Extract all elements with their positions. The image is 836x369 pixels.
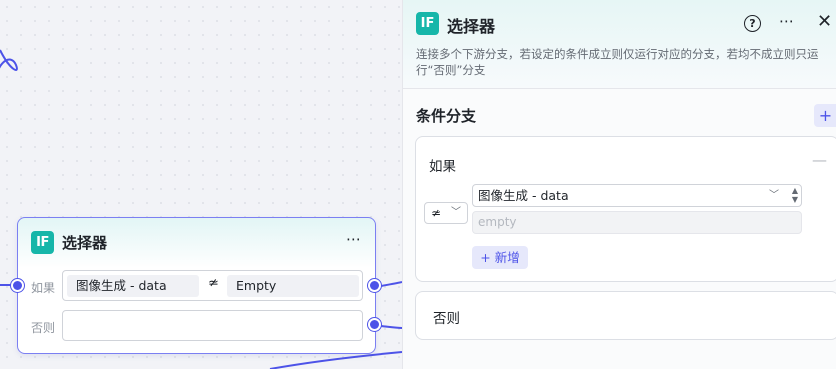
if-logo-icon: IF xyxy=(416,12,439,35)
node-title: 选择器 xyxy=(62,234,108,252)
add-branch-button[interactable]: + xyxy=(814,104,836,127)
edge-if-out xyxy=(380,281,402,287)
stepper-icon[interactable]: ▲ ▼ xyxy=(792,186,798,204)
variable-select-value: 图像生成 - data xyxy=(478,188,569,203)
workflow-canvas[interactable]: IF 选择器 ⋯ 如果 图像生成 - data ≄ Empty 否则 xyxy=(0,0,402,369)
collapse-icon[interactable]: — xyxy=(812,151,827,169)
panel-header: IF 选择器 ? ⋯ ✕ 连接多个下游分支，若设定的条件成立则仅运行对应的分支，… xyxy=(403,0,836,89)
selector-node[interactable]: IF 选择器 ⋯ 如果 图像生成 - data ≄ Empty 否则 xyxy=(17,217,376,354)
close-icon[interactable]: ✕ xyxy=(817,11,832,32)
section-title: 条件分支 xyxy=(416,107,477,125)
edge-else-out xyxy=(380,325,402,329)
variable-select[interactable]: 图像生成 - data ﹀ ▲ ▼ xyxy=(472,184,802,207)
node-config-panel: IF 选择器 ? ⋯ ✕ 连接多个下游分支，若设定的条件成立则仅运行对应的分支，… xyxy=(402,0,836,369)
if-branch-label: 如果 xyxy=(429,159,456,175)
chevron-down-icon: ﹀ xyxy=(451,207,461,218)
if-logo-icon: IF xyxy=(31,231,54,254)
node-else-label: 否则 xyxy=(31,321,56,335)
chevron-down-icon: ﹀ xyxy=(769,190,779,201)
node-if-label: 如果 xyxy=(31,281,56,295)
value-input[interactable]: empty xyxy=(472,211,802,234)
edge-bottom xyxy=(269,351,402,369)
node-else-condition[interactable] xyxy=(62,310,363,341)
node-condition-value: Empty xyxy=(227,275,359,297)
not-equal-icon: ≄ xyxy=(431,206,442,220)
edge-incoming-loop xyxy=(0,49,18,71)
node-condition-variable: 图像生成 - data xyxy=(67,275,199,297)
if-branch-card: 如果 — ≄ ﹀ 图像生成 - data ﹀ ▲ ▼ empty + 新增 xyxy=(415,136,836,282)
panel-description: 连接多个下游分支，若设定的条件成立则仅运行对应的分支，若均不成立则只运行“否则”… xyxy=(416,47,819,77)
input-port[interactable] xyxy=(11,279,24,292)
panel-title: 选择器 xyxy=(447,17,496,36)
add-condition-button[interactable]: + 新增 xyxy=(472,246,528,269)
help-icon[interactable]: ? xyxy=(744,15,761,32)
more-icon[interactable]: ⋯ xyxy=(779,12,795,30)
operator-select[interactable]: ≄ ﹀ xyxy=(424,202,468,224)
node-if-condition[interactable]: 图像生成 - data ≄ Empty xyxy=(62,270,363,301)
else-output-port[interactable] xyxy=(368,318,381,331)
not-equal-icon: ≄ xyxy=(208,276,219,291)
node-more-icon[interactable]: ⋯ xyxy=(346,230,362,248)
else-branch-label: 否则 xyxy=(433,311,460,327)
if-output-port[interactable] xyxy=(368,279,381,292)
else-branch-card: 否则 xyxy=(415,291,836,340)
